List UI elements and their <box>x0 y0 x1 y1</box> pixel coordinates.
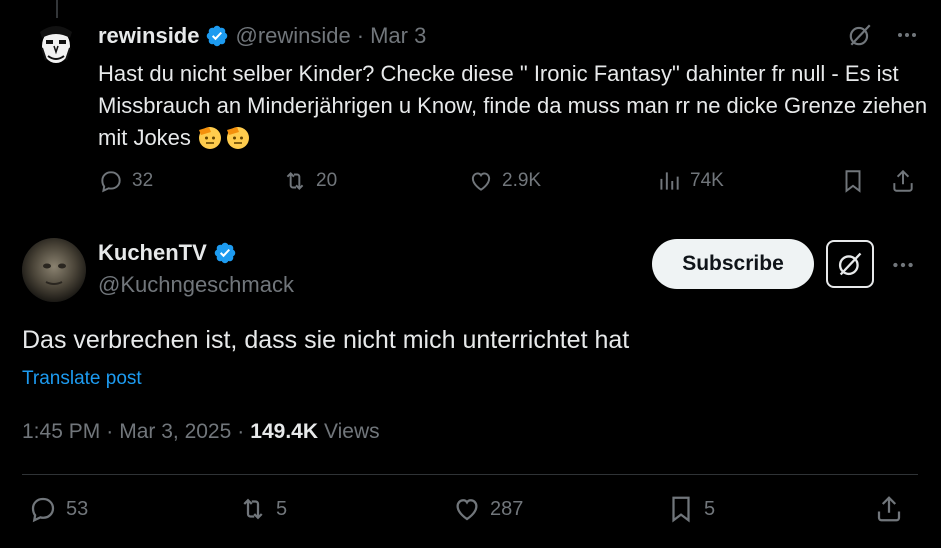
post-meta: 1:45 PM · Mar 3, 2025 · 149.4K Views <box>22 420 380 444</box>
separator-dot: · <box>356 23 365 48</box>
context-tweet-actions: 32 20 2.9K 74K <box>98 168 920 202</box>
post-time[interactable]: 1:45 PM <box>22 420 100 444</box>
saluting-face-emoji-icon <box>197 124 223 150</box>
views-button[interactable]: 74K <box>656 168 724 194</box>
bookmark-button[interactable] <box>840 168 866 194</box>
like-count: 2.9K <box>502 170 542 191</box>
context-tweet-text: Hast du nicht selber Kinder? Checke dies… <box>98 58 928 154</box>
post-date[interactable]: Mar 3, 2025 <box>119 420 231 444</box>
context-tweet-top-actions <box>847 22 919 53</box>
like-button[interactable]: 2.9K <box>468 168 541 194</box>
author-name[interactable]: rewinside <box>98 23 199 49</box>
grok-icon[interactable] <box>847 22 873 53</box>
grok-icon <box>838 252 862 276</box>
share-icon <box>893 169 913 192</box>
avatar-face-icon <box>32 18 80 66</box>
repost-icon <box>286 172 304 190</box>
share-button[interactable] <box>890 168 916 194</box>
bookmark-button[interactable]: 5 <box>666 494 715 524</box>
repost-icon <box>243 498 263 520</box>
separator-dot: · <box>237 420 245 443</box>
saluting-face-emoji-icon <box>225 124 251 150</box>
share-icon <box>877 496 901 522</box>
divider <box>22 474 918 475</box>
translate-post-link[interactable]: Translate post <box>22 368 142 390</box>
more-options-icon[interactable] <box>890 252 916 283</box>
like-button[interactable]: 287 <box>452 494 523 524</box>
repost-button[interactable]: 5 <box>238 494 287 524</box>
repost-button[interactable]: 20 <box>282 168 337 194</box>
analytics-bars-icon <box>660 172 679 190</box>
verified-badge-icon <box>213 241 237 265</box>
more-options-icon[interactable] <box>895 23 919 52</box>
context-tweet-header: rewinside @rewinside · Mar 3 <box>98 22 426 50</box>
share-button[interactable] <box>874 494 904 524</box>
repost-count: 20 <box>316 170 338 191</box>
grok-button[interactable] <box>826 240 874 288</box>
avatar-rewinside[interactable] <box>32 18 80 66</box>
author-name[interactable]: KuchenTV <box>98 240 207 266</box>
reply-button[interactable]: 32 <box>98 168 153 194</box>
main-tweet-text: Das verbrechen ist, dass sie nicht mich … <box>22 326 630 354</box>
main-tweet-actions: 53 5 287 5 <box>22 494 918 534</box>
subscribe-button[interactable]: Subscribe <box>652 239 814 289</box>
like-count: 287 <box>490 497 524 520</box>
view-count: 74K <box>690 170 724 191</box>
main-tweet-name-row: KuchenTV <box>98 240 237 266</box>
post-date[interactable]: Mar 3 <box>370 23 426 49</box>
views-count[interactable]: 149.4K <box>250 420 318 444</box>
views-label: Views <box>324 420 380 443</box>
reply-count: 53 <box>66 497 89 520</box>
heart-icon <box>456 499 478 521</box>
separator-dot: · <box>106 420 114 443</box>
bookmark-count: 5 <box>704 497 716 520</box>
thread-connector-line <box>56 0 58 18</box>
author-handle[interactable]: @Kuchngeschmack <box>98 272 294 298</box>
reply-count: 32 <box>132 170 154 191</box>
verified-badge-icon <box>205 24 229 48</box>
avatar-kuchentv[interactable] <box>22 238 86 302</box>
reply-icon <box>101 171 121 193</box>
repost-count: 5 <box>276 497 288 520</box>
heart-icon <box>471 172 491 191</box>
bookmark-icon <box>845 170 861 193</box>
avatar-photo-icon <box>22 238 86 302</box>
reply-icon <box>31 497 55 523</box>
reply-button[interactable]: 53 <box>28 494 88 524</box>
bookmark-icon <box>672 496 690 523</box>
tweet-page: rewinside @rewinside · Mar 3 Hast du nic… <box>0 0 941 548</box>
author-handle[interactable]: @rewinside <box>235 23 350 49</box>
